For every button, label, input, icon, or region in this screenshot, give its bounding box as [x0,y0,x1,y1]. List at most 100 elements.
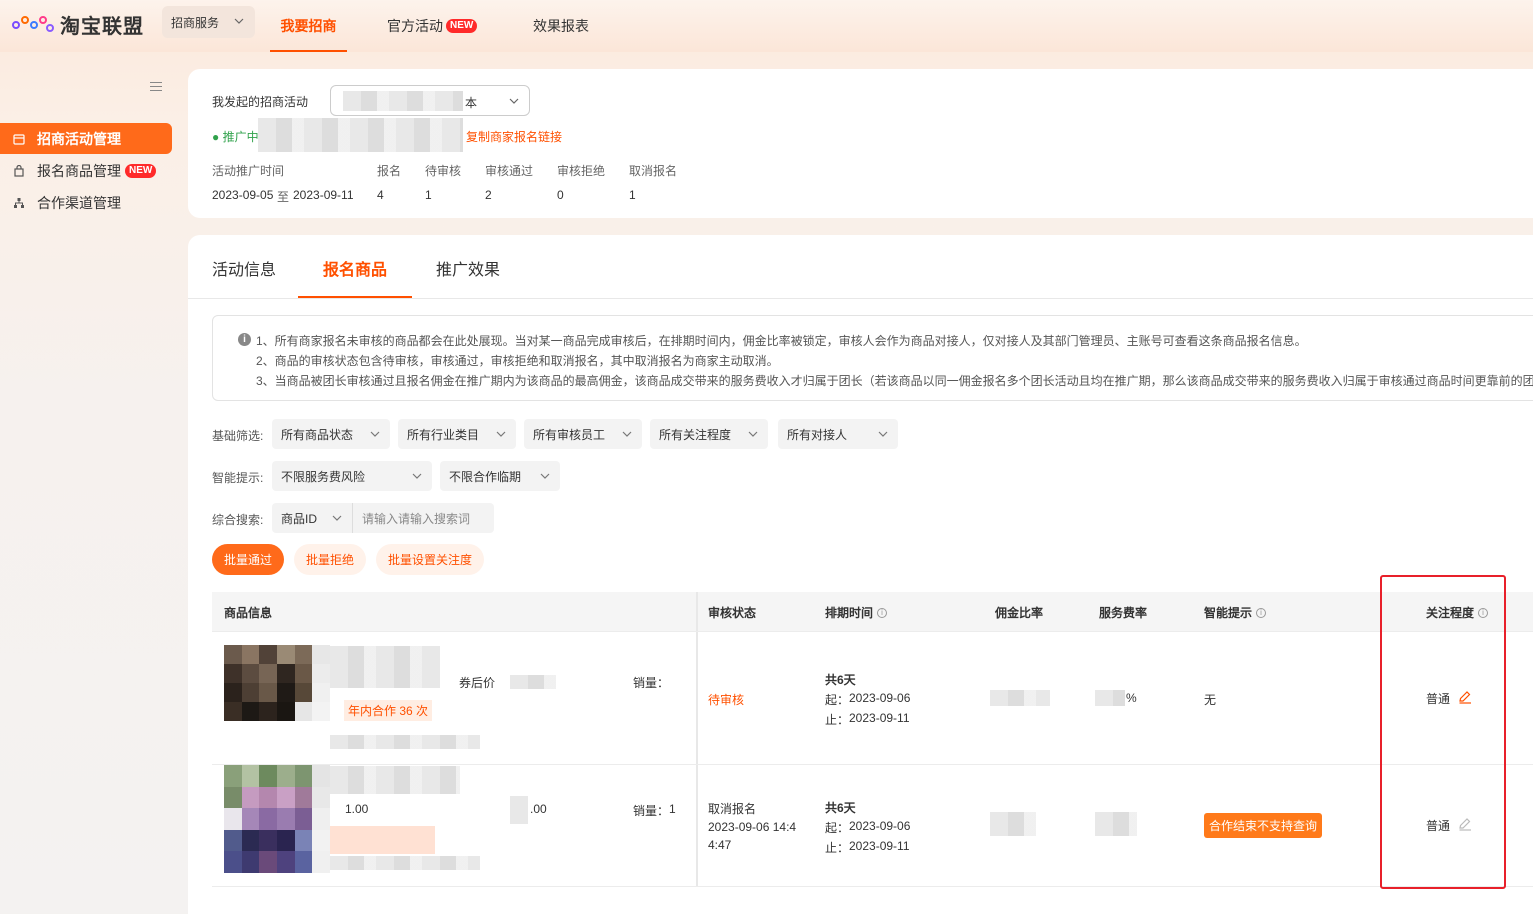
th-schedule: 排期时间 i [825,604,888,621]
hint-badge: 合作结束不支持查询 [1204,813,1323,838]
biz-service-label: 招商服务 [171,15,220,30]
info-circle-icon[interactable]: i [877,607,888,618]
chevron-down-icon [331,512,343,524]
th-status: 审核状态 [708,606,757,620]
stat-label-approved: 审核通过 [485,164,534,178]
filter-value: 所有行业类目 [407,427,480,442]
schedule-days: 共6天 [825,673,856,687]
chevron-down-icon [369,428,381,440]
sidebar-item-enrolled-products[interactable]: 报名商品管理 NEW [0,155,172,186]
sales-value: 1 [669,802,676,816]
filter-value: 所有关注程度 [659,427,732,442]
logo-icon [12,14,54,36]
cooperation-tag: 年内合作 36 次 [344,700,433,721]
row-divider [212,886,1533,887]
activity-select-suffix: 本 [465,96,478,110]
schedule-end-label: 止： [825,713,850,727]
chevron-down-icon [877,428,889,440]
stat-label-rejected: 审核拒绝 [557,164,606,178]
price-fragment-2: .00 [530,802,547,816]
calendar-icon [13,133,25,145]
batch-set-attention-button[interactable]: 批量设置关注度 [376,544,484,575]
notice-line-1: 1、所有商家报名未审核的商品都会在此处展现。当对某一商品完成审核后，在排期时间内… [256,334,1307,348]
bag-icon [13,164,25,177]
tab-divider [188,298,1533,299]
stat-value-rejected: 0 [557,188,564,202]
nav-tab-report[interactable]: 效果报表 [533,0,589,52]
sales-label: 销量： [633,804,670,818]
sidebar-item-channels[interactable]: 合作渠道管理 [0,187,172,218]
column-divider [696,592,698,887]
copy-signup-link[interactable]: 复制商家报名链接 [466,128,562,145]
my-activity-label: 我发起的招商活动 [212,95,309,109]
nav-tab-recruit[interactable]: 我要招商 [270,0,347,52]
filter-product-status[interactable]: 所有商品状态 [272,419,390,449]
blurred-tag [330,826,435,854]
batch-reject-button[interactable]: 批量拒绝 [294,544,366,575]
smart-filter-label: 智能提示: [212,471,264,485]
blurred-commission [990,690,1050,706]
tab-promotion-effect[interactable]: 推广效果 [436,256,500,280]
filter-attention[interactable]: 所有关注程度 [650,419,768,449]
stat-value-cancelled: 1 [629,188,636,202]
tab-activity-info[interactable]: 活动信息 [212,256,276,280]
search-input[interactable]: 请输入请输入搜索词 [352,503,494,533]
info-icon: i [238,333,251,346]
blurred-activity-id [258,118,463,152]
search-label: 综合搜索: [212,513,264,527]
blurred-shop-name [330,735,480,749]
filter-value: 不限合作临期 [449,469,522,484]
filter-industry[interactable]: 所有行业类目 [398,419,516,449]
cancel-time-line-1: 2023-09-06 14:4 [708,820,797,834]
coupon-price-label: 券后价 [459,676,496,690]
filter-value: 所有审核员工 [533,427,606,442]
nav-tab-report-label: 效果报表 [533,18,589,34]
nav-tab-official[interactable]: 官方活动 NEW [387,0,478,52]
product-thumbnail[interactable] [224,765,330,873]
new-badge: NEW [125,163,157,178]
chevron-down-icon [621,428,633,440]
blurred-price [510,796,528,824]
th-product: 商品信息 [224,606,273,620]
activity-select[interactable]: 本 [330,85,530,116]
filter-contact[interactable]: 所有对接人 [778,419,898,449]
period-end: 2023-09-11 [293,188,354,202]
filter-value: 所有商品状态 [281,427,354,442]
biz-service-select[interactable]: 招商服务 [162,6,255,38]
sidebar-item-recruit-activity[interactable]: 招商活动管理 [0,123,172,154]
blurred-product-title [330,646,440,688]
search-placeholder: 请输入请输入搜索词 [362,511,471,526]
menu-collapse-icon[interactable] [150,82,162,92]
schedule-end-label: 止： [825,841,850,855]
filter-reviewer[interactable]: 所有审核员工 [524,419,642,449]
org-chart-icon [13,197,25,209]
row-divider [212,764,1533,765]
search-field-select[interactable]: 商品ID [272,503,352,533]
info-circle-icon[interactable]: i [1256,607,1267,618]
batch-approve-button[interactable]: 批量通过 [212,544,284,575]
sidebar-item-label: 招商活动管理 [37,130,121,147]
filter-cooperation-expiry[interactable]: 不限合作临期 [440,461,560,491]
schedule-start: 2023-09-06 [849,819,911,833]
brand-logo[interactable]: 淘宝联盟 [12,10,144,39]
blurred-service-fee [1095,690,1125,706]
service-fee-suffix: % [1126,691,1137,705]
notice-line-3: 3、当商品被团长审核通过且报名佣金在推广期内为该商品的最高佣金，该商品成交带来的… [256,374,1533,388]
product-thumbnail[interactable] [224,645,330,721]
filter-service-fee-risk[interactable]: 不限服务费风险 [272,461,432,491]
basic-filter-label: 基础筛选: [212,429,264,443]
review-status: 取消报名 [708,802,757,816]
schedule-end: 2023-09-11 [849,839,910,853]
blurred-price [510,675,556,689]
tab-enrolled-products[interactable]: 报名商品 [323,256,387,280]
period-start: 2023-09-05 [212,188,274,202]
review-status: 待审核 [708,693,745,707]
cancel-time-line-2: 4:47 [708,838,732,852]
row-divider [212,631,1533,632]
chevron-down-icon [747,428,759,440]
chevron-down-icon [508,95,520,107]
schedule-start: 2023-09-06 [849,691,911,705]
sidebar-item-label: 合作渠道管理 [37,194,121,211]
filter-value: 所有对接人 [787,427,848,442]
th-commission: 佣金比率 [995,606,1044,620]
